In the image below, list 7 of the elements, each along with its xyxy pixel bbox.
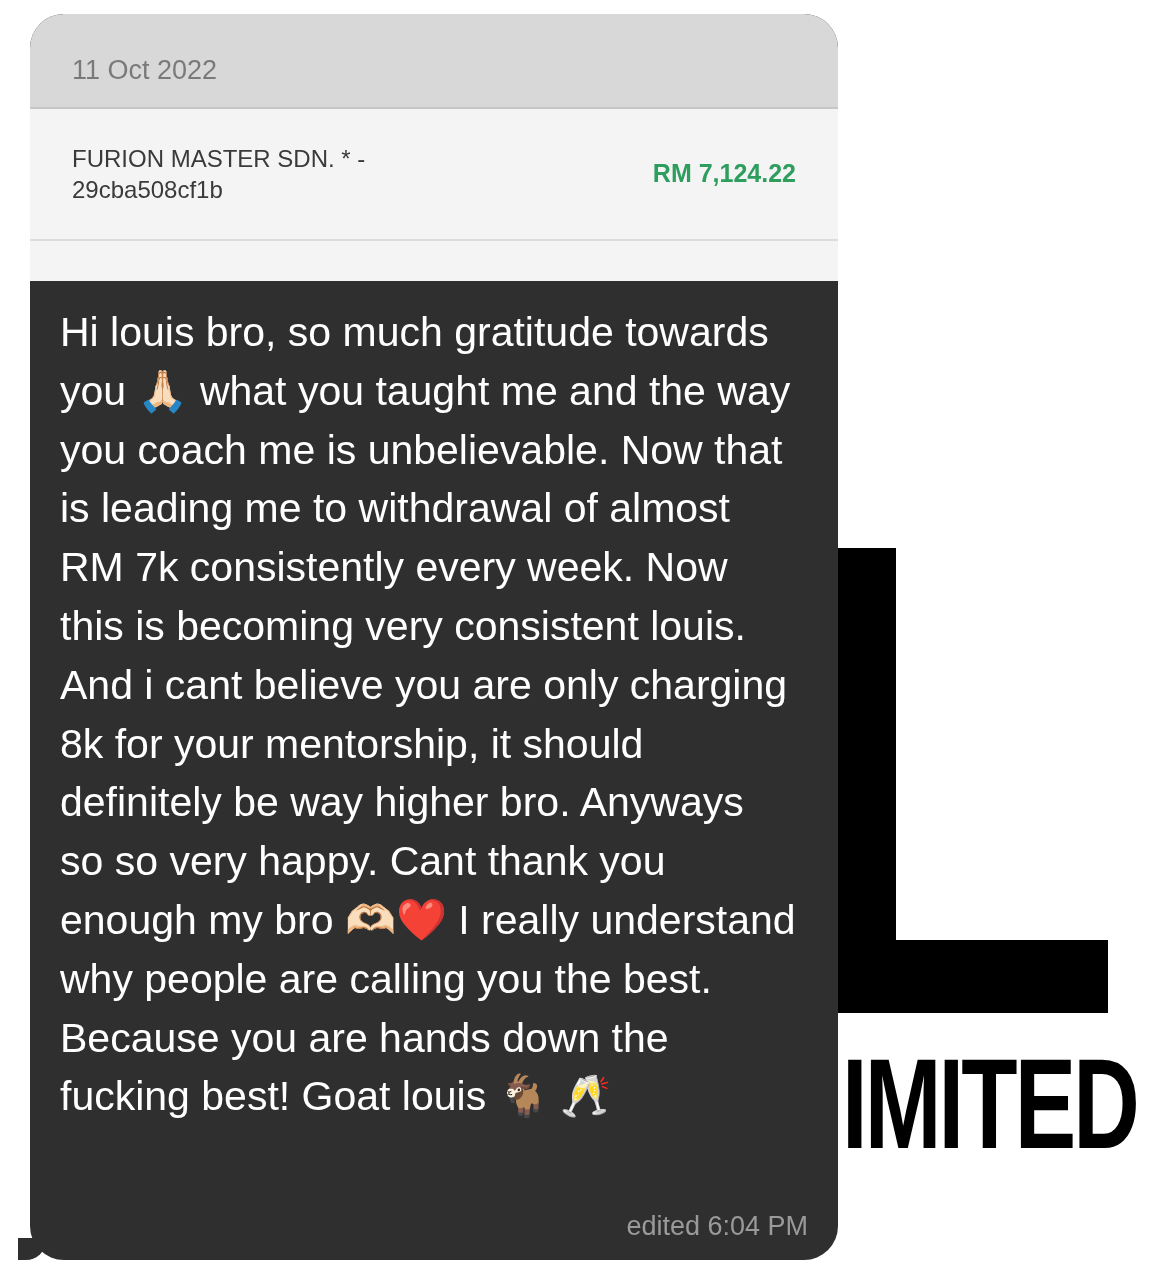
merchant-name: FURION MASTER SDN. * - 29cba508cf1b — [72, 143, 367, 205]
transaction-row[interactable]: FURION MASTER SDN. * - 29cba508cf1b RM 7,124.22 — [30, 109, 838, 241]
date-text: 11 Oct 2022 — [72, 55, 218, 85]
transaction-amount: RM 7,124.22 — [652, 158, 796, 190]
edited-timestamp: edited 6:04 PM — [626, 1209, 808, 1243]
message-text: Hi louis bro, so much gratitude towards you 🙏🏻 what you taught me and the way you coach me is unbelievable. Now that is leading me to withdrawal of almost RM 7k consistently every week. Now this is becoming very consistent louis. And i cant believe you are only charging 8k for your mentorship, it should definitely be way higher bro. Anyways so so very happy. Cant thank you enough my bro 🫶🏻❤ I really understand why people are calling you the best. Because you are hands down the fucking best! Goat louis 🐐 🥂 — [59, 308, 797, 1122]
logo-text: IMITED — [842, 1040, 1137, 1168]
